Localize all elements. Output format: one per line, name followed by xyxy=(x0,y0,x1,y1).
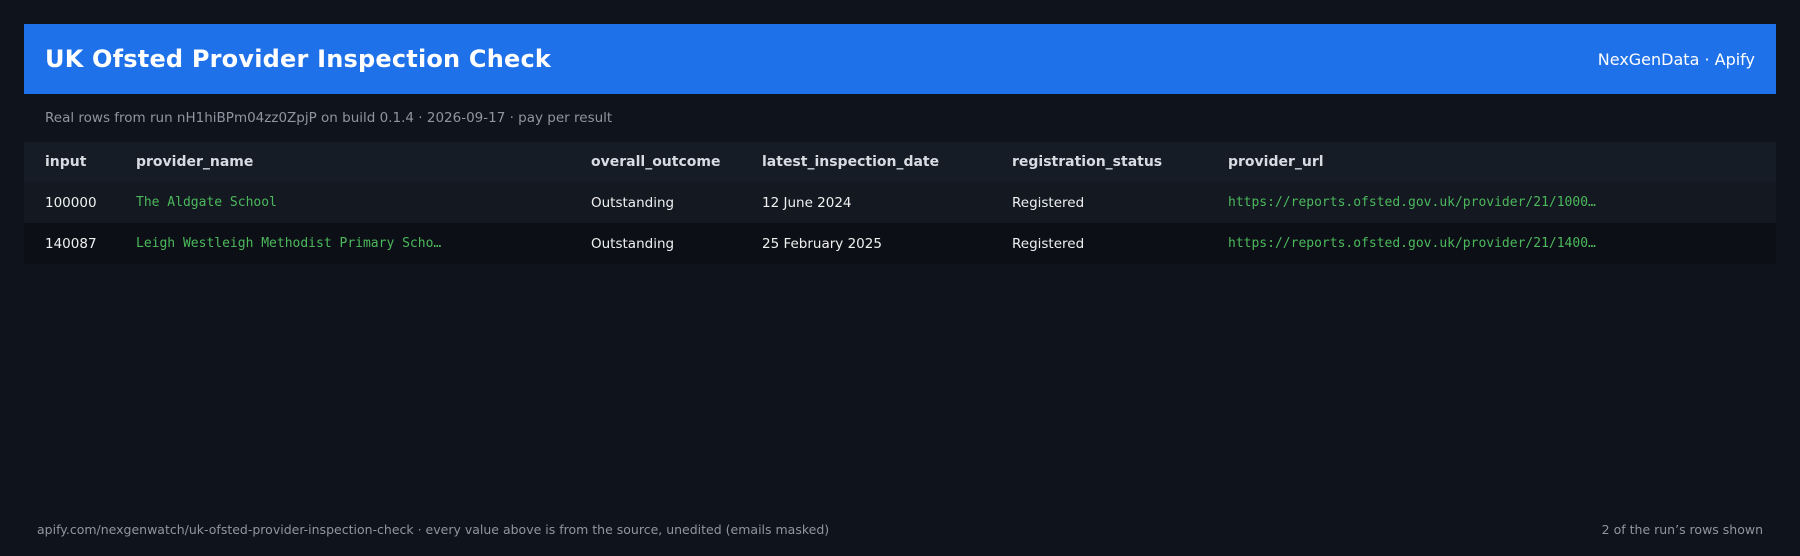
results-table-container: input provider_name overall_outcome late… xyxy=(24,142,1776,264)
cell-registration-status: Registered xyxy=(1012,235,1085,252)
cell-provider-url: https://reports.ofsted.gov.uk/provider/2… xyxy=(1228,195,1596,210)
footer-row-count: 2 of the run’s rows shown xyxy=(1601,522,1763,537)
cell-registration-status: Registered xyxy=(1012,194,1085,211)
cell-provider-url: https://reports.ofsted.gov.uk/provider/2… xyxy=(1228,236,1596,251)
run-info-subtitle: Real rows from run nH1hiBPm04zz0ZpjP on … xyxy=(45,110,613,126)
cell-provider-name: The Aldgate School xyxy=(136,195,277,210)
cell-latest-inspection-date: 12 June 2024 xyxy=(762,194,852,211)
cell-overall-outcome: Outstanding xyxy=(591,194,675,211)
table-header-row: input provider_name overall_outcome late… xyxy=(24,142,1776,182)
results-table: input provider_name overall_outcome late… xyxy=(24,142,1776,264)
brand-label: NexGenData · Apify xyxy=(1597,49,1755,69)
column-header-overall-outcome: overall_outcome xyxy=(591,154,721,170)
header-bar: UK Ofsted Provider Inspection Check NexG… xyxy=(24,24,1776,94)
cell-overall-outcome: Outstanding xyxy=(591,235,675,252)
page: UK Ofsted Provider Inspection Check NexG… xyxy=(0,0,1800,556)
column-header-provider-url: provider_url xyxy=(1228,154,1324,170)
column-header-registration-status: registration_status xyxy=(1012,154,1163,170)
table-row: 100000 The Aldgate School Outstanding 12… xyxy=(24,182,1776,223)
cell-input: 100000 xyxy=(45,194,97,211)
column-header-input: input xyxy=(45,154,87,170)
column-header-provider-name: provider_name xyxy=(136,154,254,170)
column-header-latest-inspection-date: latest_inspection_date xyxy=(762,154,940,170)
footer-source-note: apify.com/nexgenwatch/uk-ofsted-provider… xyxy=(37,522,830,537)
cell-latest-inspection-date: 25 February 2025 xyxy=(762,235,882,252)
cell-input: 140087 xyxy=(45,235,97,252)
table-row: 140087 Leigh Westleigh Methodist Primary… xyxy=(24,223,1776,264)
page-title: UK Ofsted Provider Inspection Check xyxy=(45,45,552,73)
cell-provider-name: Leigh Westleigh Methodist Primary Scho… xyxy=(136,236,442,251)
